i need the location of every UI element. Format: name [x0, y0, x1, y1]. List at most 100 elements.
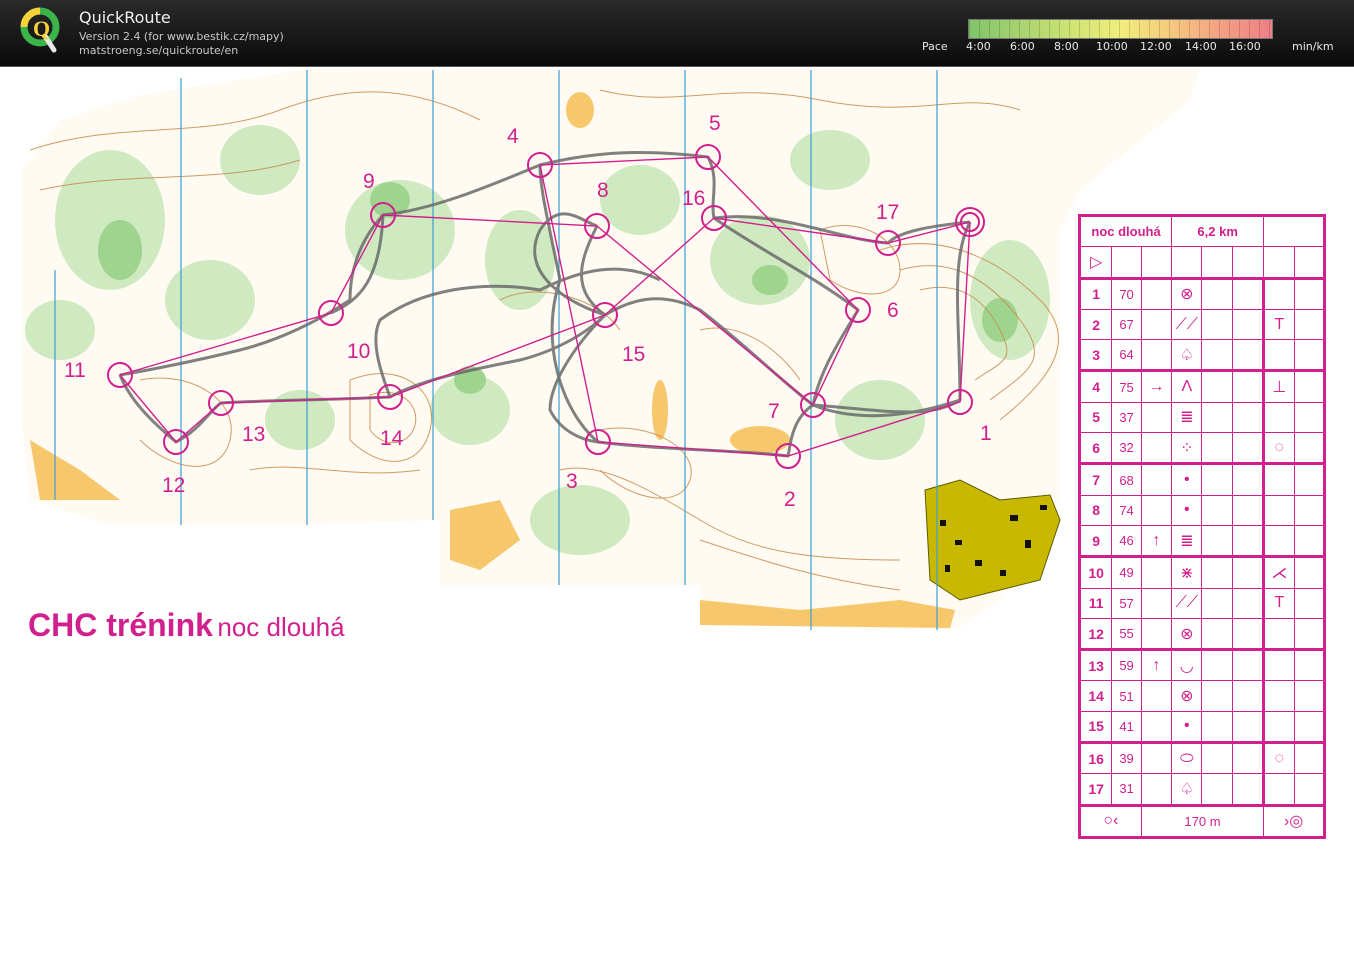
feature-icon: ≣ — [1171, 524, 1203, 558]
control-row-number: 10 — [1079, 555, 1113, 589]
empty-cell — [1201, 339, 1233, 372]
empty-cell — [1293, 494, 1325, 526]
control-row: 6 32 ⁘ ◌ — [1079, 432, 1325, 465]
app-header: Q QuickRoute Version 2.4 (for www.bestik… — [0, 0, 1354, 67]
feature-icon: ♤ — [1171, 773, 1203, 806]
empty-cell — [1201, 432, 1233, 465]
control-row-number: 11 — [1079, 587, 1113, 619]
quickroute-logo-icon: Q — [20, 7, 60, 53]
empty-cell — [1293, 710, 1325, 744]
control-code: 39 — [1111, 741, 1142, 775]
finish-left-icon: ○‹ — [1080, 803, 1142, 837]
empty-cell — [1231, 462, 1266, 496]
control-row: 2 67 ⟋⟋ T — [1079, 308, 1325, 341]
empty-cell — [1293, 462, 1325, 496]
village-area — [924, 479, 1061, 601]
empty-cell — [1293, 524, 1325, 558]
detail-icon: ⊥ — [1263, 369, 1295, 403]
detail-icon: ◌ — [1263, 741, 1295, 775]
control-code: 64 — [1111, 339, 1142, 372]
direction-icon — [1140, 555, 1173, 589]
empty-cell — [1201, 741, 1233, 775]
finish-row: ○‹ 170 m ›◎ — [1080, 803, 1324, 837]
empty-cell — [1231, 617, 1266, 651]
direction-icon — [1140, 339, 1173, 372]
detail-icon: ⋌ — [1263, 555, 1295, 589]
empty-cell — [1201, 710, 1233, 744]
detail-icon — [1263, 401, 1295, 434]
control-code: 59 — [1111, 648, 1142, 682]
empty-cell — [1201, 617, 1233, 651]
control-number: 14 — [380, 427, 404, 450]
control-row: 1 70 ⊗ — [1079, 276, 1325, 310]
direction-icon — [1140, 401, 1173, 434]
empty-cell — [1231, 339, 1266, 372]
finish-right-icon: ›◎ — [1263, 803, 1324, 837]
control-description-sheet: noc dlouhá 6,2 km ▷ 1 70 ⊗ 2 67 ⟋⟋ T 3 64 ♤ 4 75 → Λ ⊥… — [1078, 214, 1326, 839]
empty-cell — [1201, 462, 1233, 496]
control-code: 46 — [1111, 524, 1142, 558]
control-row-number: 7 — [1079, 462, 1113, 496]
empty-cell — [1293, 308, 1325, 341]
detail-icon — [1263, 494, 1295, 526]
feature-icon: • — [1171, 494, 1203, 526]
direction-icon — [1140, 617, 1173, 651]
direction-icon — [1140, 773, 1173, 806]
empty-cell — [1201, 524, 1233, 558]
empty-cell — [1231, 587, 1266, 619]
control-row: 3 64 ♤ — [1079, 339, 1325, 372]
feature-icon: ⁘ — [1171, 432, 1203, 465]
control-row-number: 6 — [1079, 432, 1113, 465]
control-code: 55 — [1111, 617, 1142, 651]
empty-cell — [1201, 494, 1233, 526]
control-code: 57 — [1111, 587, 1142, 619]
detail-icon: T — [1263, 587, 1295, 619]
empty-cell — [1201, 308, 1233, 341]
start-triangle-icon: ▷ — [1079, 246, 1113, 279]
empty-cell — [1293, 617, 1325, 651]
detail-icon — [1263, 617, 1295, 651]
pace-tick: 6:00 — [1010, 40, 1035, 53]
control-code: 74 — [1111, 494, 1142, 526]
empty-cell — [1231, 369, 1266, 403]
control-row-number: 2 — [1079, 308, 1113, 341]
direction-icon: ↑ — [1140, 524, 1173, 558]
control-code: 37 — [1111, 401, 1142, 434]
detail-icon — [1263, 524, 1295, 558]
feature-icon: ⊗ — [1171, 276, 1203, 310]
control-code: 41 — [1111, 710, 1142, 744]
svg-text:Q: Q — [33, 16, 50, 41]
empty-cell — [1293, 680, 1325, 712]
empty-cell — [1293, 276, 1325, 310]
control-number: 9 — [363, 170, 375, 193]
control-number: 13 — [242, 423, 265, 446]
detail-icon — [1263, 710, 1295, 744]
feature-icon: ⊗ — [1171, 680, 1203, 712]
direction-icon — [1140, 432, 1173, 465]
control-code: 68 — [1111, 462, 1142, 496]
app-version: Version 2.4 (for www.bestik.cz/mapy) — [79, 30, 284, 43]
control-number: 2 — [784, 488, 796, 511]
empty-cell — [1231, 680, 1266, 712]
direction-icon — [1140, 462, 1173, 496]
empty-cell — [1231, 524, 1266, 558]
control-number: 15 — [622, 343, 645, 366]
course-name: noc dlouhá — [1079, 215, 1173, 248]
control-row: 11 57 ⟋⟋ T — [1079, 587, 1325, 619]
control-row: 9 46 ↑ ≣ — [1079, 524, 1325, 558]
control-row-number: 5 — [1079, 401, 1113, 434]
empty-cell — [1231, 401, 1266, 434]
detail-icon — [1263, 462, 1295, 496]
feature-icon: Λ — [1171, 369, 1203, 403]
empty-cell — [1231, 555, 1266, 589]
empty-cell — [1231, 276, 1266, 310]
control-row-number: 13 — [1079, 648, 1113, 682]
control-code: 32 — [1111, 432, 1142, 465]
direction-icon — [1140, 308, 1173, 341]
control-number: 5 — [709, 112, 721, 135]
control-row: 12 55 ⊗ — [1079, 617, 1325, 651]
pace-tick: 16:00 — [1229, 40, 1261, 53]
control-row: 15 41 • — [1079, 710, 1325, 744]
empty-cell — [1293, 587, 1325, 619]
feature-icon: ⊗ — [1171, 617, 1203, 651]
